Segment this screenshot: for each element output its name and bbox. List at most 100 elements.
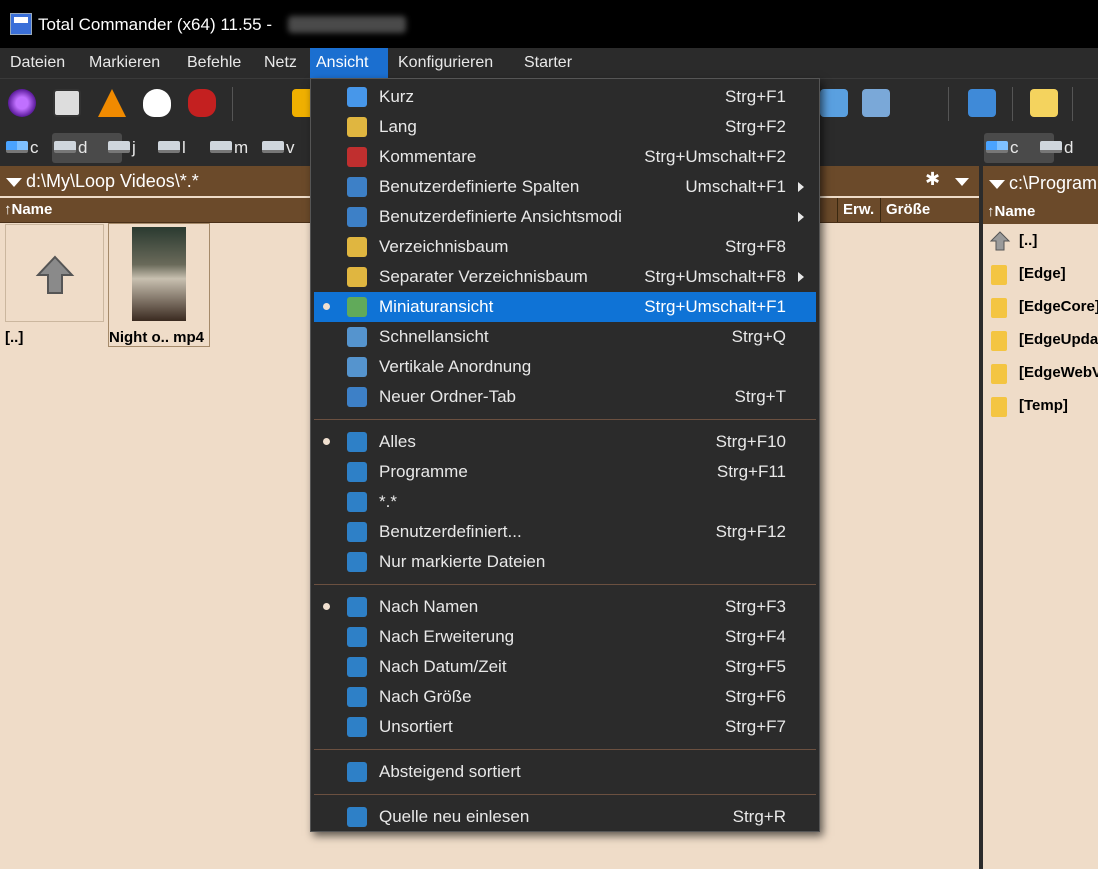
menu-item-vertikale-anordnung[interactable]: Vertikale Anordnung — [314, 352, 816, 382]
vlc-icon[interactable] — [98, 89, 126, 117]
drive-j-button[interactable]: j — [106, 133, 136, 163]
menu-item-benutzerdefinierte-spalten[interactable]: Benutzerdefinierte Spalten Umschalt+F1 — [314, 172, 816, 202]
column-name-label: Name — [994, 203, 1036, 220]
menu-item-nach-datum-zeit[interactable]: Nach Datum/Zeit Strg+F5 — [314, 652, 816, 682]
menu-item-label: Nach Datum/Zeit — [379, 657, 507, 676]
drive-l-button[interactable]: l — [156, 133, 186, 163]
menu-item-label: Nach Größe — [379, 687, 472, 706]
filter-all-icon — [347, 432, 367, 452]
menu-item-unsortiert[interactable]: Unsortiert Strg+F7 — [314, 712, 816, 742]
ansicht-dropdown-menu: Kurz Strg+F1 Lang Strg+F2 Kommentare Strg+Ums… — [310, 78, 820, 832]
right-path-bar[interactable]: c:\Program — [983, 166, 1098, 200]
list-item[interactable]: [Temp] — [985, 391, 1098, 421]
up-arrow-icon — [989, 231, 1011, 251]
menu-item-shortcut: Umschalt+F1 — [685, 177, 786, 196]
menu-item-label: Nach Namen — [379, 597, 479, 616]
menu-item-kurz[interactable]: Kurz Strg+F1 — [314, 82, 816, 112]
windows-drive-icon — [6, 141, 28, 153]
menu-item-kommentare[interactable]: Kommentare Strg+Umschalt+F2 — [314, 142, 816, 172]
menu-item-label: Nach Erweiterung — [379, 627, 515, 646]
menu-item-shortcut: Strg+F3 — [725, 597, 786, 616]
column-name[interactable]: ↑Name — [4, 198, 52, 222]
drive-v-button[interactable]: v — [260, 133, 295, 163]
menu-starter[interactable]: Starter — [518, 48, 578, 78]
screen-icon[interactable] — [862, 89, 890, 117]
right-drive-d-button[interactable]: d — [1038, 133, 1073, 163]
menu-dateien[interactable]: Dateien — [4, 48, 71, 78]
sort-date-icon — [347, 657, 367, 677]
menu-item-nur-markierte-dateien[interactable]: Nur markierte Dateien — [314, 547, 816, 577]
search-files-icon[interactable] — [820, 89, 848, 117]
folder-icon — [991, 364, 1007, 384]
drive-m-button[interactable]: m — [208, 133, 248, 163]
thumbnails-icon — [347, 297, 367, 317]
menu-item-separater-verzeichnisbaum[interactable]: Separater Verzeichnisbaum Strg+Umschalt+F… — [314, 262, 816, 292]
menu-konfigurieren[interactable]: Konfigurieren — [392, 48, 499, 78]
menu-item-label: Quelle neu einlesen — [379, 807, 530, 826]
list-item[interactable]: [Edge] — [985, 259, 1098, 289]
right-file-panel[interactable]: c:\Program ↑Name [..] [Edge] [EdgeCore] … — [983, 166, 1098, 869]
menu-item-alles[interactable]: Alles Strg+F10 — [314, 427, 816, 457]
menu-item-shortcut: Strg+R — [732, 807, 786, 826]
menu-befehle[interactable]: Befehle — [181, 48, 247, 78]
menu-item-programme[interactable]: Programme Strg+F11 — [314, 457, 816, 487]
menu-item-nach-gr-e[interactable]: Nach Größe Strg+F6 — [314, 682, 816, 712]
menu-item-all-files[interactable]: *.* — [314, 487, 816, 517]
menu-item-benutzerdefinierte-ansichtsmodi[interactable]: Benutzerdefinierte Ansichtsmodi — [314, 202, 816, 232]
menu-item-label: Vertikale Anordnung — [379, 357, 532, 376]
menu-item-schnellansicht[interactable]: Schnellansicht Strg+Q — [314, 322, 816, 352]
menu-item-quelle-neu-einlesen[interactable]: Quelle neu einlesen Strg+R — [314, 802, 816, 832]
hdd-icon — [108, 141, 130, 153]
parent-dir-thumbnail[interactable] — [5, 224, 104, 322]
app-floppy-icon[interactable] — [10, 13, 32, 35]
media-player-classic-icon[interactable] — [53, 89, 81, 117]
drive-letter: v — [286, 138, 295, 157]
windows-drive-icon — [986, 141, 1008, 153]
foobar-icon[interactable] — [143, 89, 171, 117]
menu-item-benutzerdefiniert[interactable]: Benutzerdefiniert... Strg+F12 — [314, 517, 816, 547]
folder-icon — [991, 331, 1007, 351]
menu-item-absteigend-sortiert[interactable]: Absteigend sortiert — [314, 757, 816, 787]
menu-item-shortcut: Strg+T — [734, 387, 787, 406]
menu-markieren[interactable]: Markieren — [83, 48, 166, 78]
video-file-label: Night o.. mp4 — [109, 329, 204, 346]
filter-selected-icon — [347, 552, 367, 572]
menu-item-miniaturansicht[interactable]: Miniaturansicht Strg+Umschalt+F1 — [314, 292, 816, 322]
menu-item-shortcut: Strg+F2 — [725, 117, 786, 136]
history-dropdown-icon[interactable] — [6, 178, 22, 187]
menu-item-verzeichnisbaum[interactable]: Verzeichnisbaum Strg+F8 — [314, 232, 816, 262]
list-item[interactable]: [EdgeWebV — [985, 358, 1098, 388]
menu-item-shortcut: Strg+F7 — [725, 717, 786, 736]
menu-item-neuer-ordner-tab[interactable]: Neuer Ordner-Tab Strg+T — [314, 382, 816, 412]
hdd-icon — [158, 141, 180, 153]
menu-netz[interactable]: Netz — [258, 48, 303, 78]
list-item[interactable]: [..] — [985, 226, 1098, 256]
favorites-star-icon[interactable]: ✱ — [925, 169, 940, 190]
menu-item-nach-erweiterung[interactable]: Nach Erweiterung Strg+F4 — [314, 622, 816, 652]
compare-icon[interactable] — [968, 89, 996, 117]
column-size[interactable]: Größe — [880, 198, 930, 222]
tor-browser-icon[interactable] — [8, 89, 36, 117]
column-name[interactable]: ↑Name — [987, 200, 1035, 224]
radio-bullet-icon — [323, 438, 330, 445]
toolbar-separator — [232, 87, 233, 121]
drive-c-button[interactable]: c — [4, 133, 39, 163]
column-extension[interactable]: Erw. — [837, 198, 874, 222]
redacted-username — [288, 16, 406, 33]
history-dropdown-icon[interactable] — [989, 180, 1005, 189]
radio-bullet-icon — [323, 603, 330, 610]
menu-item-shortcut: Strg+Umschalt+F1 — [644, 297, 786, 316]
list-item[interactable]: [EdgeCore] — [985, 292, 1098, 322]
menu-item-label: Nur markierte Dateien — [379, 552, 546, 571]
view-full-icon — [347, 117, 367, 137]
notepad-icon[interactable] — [1030, 89, 1058, 117]
filter-wildcard-icon — [347, 492, 367, 512]
chevron-down-icon[interactable] — [955, 178, 969, 186]
menu-item-nach-namen[interactable]: Nach Namen Strg+F3 — [314, 592, 816, 622]
hdd-icon — [54, 141, 76, 153]
red-app-icon[interactable] — [188, 89, 216, 117]
menu-ansicht[interactable]: Ansicht — [310, 48, 388, 78]
custom-columns-icon — [347, 177, 367, 197]
menu-item-lang[interactable]: Lang Strg+F2 — [314, 112, 816, 142]
list-item[interactable]: [EdgeUpda — [985, 325, 1098, 355]
